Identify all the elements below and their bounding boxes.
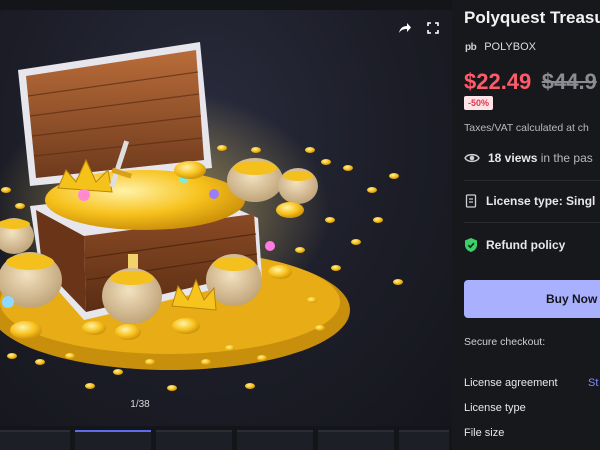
divider (464, 222, 600, 223)
brand-name[interactable]: POLYBOX (484, 41, 536, 53)
divider (464, 180, 600, 181)
eye-icon (464, 153, 480, 163)
price-original: $44.9 (541, 69, 597, 94)
document-icon (465, 194, 477, 208)
license-type-label: License type: Singl (486, 194, 596, 208)
thumbnail[interactable] (156, 430, 232, 450)
views-count: 18 views (488, 151, 538, 165)
tax-note: Taxes/VAT calculated at ch (464, 122, 589, 134)
views-row: 18 views in the pas (464, 151, 593, 165)
shield-check-icon (465, 238, 477, 252)
refund-policy-label: Refund policy (486, 238, 566, 252)
discount-badge: -50% (464, 96, 494, 110)
secure-checkout-label: Secure checkout: (464, 336, 546, 348)
license-agreement-label: License agreement (464, 377, 558, 389)
views-suffix: in the pas (540, 151, 593, 165)
product-panel: Polyquest Treasu pb POLYBOX $22.49 $44.9… (452, 0, 600, 450)
buy-now-button[interactable]: Buy Now (464, 280, 600, 318)
thumbnail[interactable] (75, 430, 151, 450)
treasure-chest-image (0, 42, 403, 391)
license-agreement-link[interactable]: St (588, 377, 598, 389)
thumbnail[interactable] (318, 430, 394, 450)
image-viewer[interactable]: 1/38 (0, 0, 452, 450)
fullscreen-icon (427, 22, 439, 34)
image-counter: 1/38 (130, 399, 150, 410)
thumbnail[interactable] (237, 430, 313, 450)
price-row: $22.49 $44.9 (464, 69, 597, 95)
brand-logo: pb (465, 41, 477, 53)
license-type-meta-label: License type (464, 402, 526, 414)
fullscreen-button[interactable] (422, 17, 444, 39)
product-title: Polyquest Treasu (464, 8, 600, 27)
share-arrow-icon (399, 23, 411, 33)
price-current: $22.49 (464, 69, 532, 94)
thumbnail-strip[interactable] (0, 430, 452, 450)
file-size-label: File size (464, 427, 505, 439)
refund-row[interactable]: Refund policy (464, 237, 565, 253)
license-row[interactable]: License type: Singl (464, 194, 595, 208)
thumbnail[interactable] (399, 430, 449, 450)
brand-row[interactable]: pb POLYBOX (465, 41, 536, 53)
share-button[interactable] (394, 17, 416, 39)
thumbnail[interactable] (0, 430, 70, 450)
